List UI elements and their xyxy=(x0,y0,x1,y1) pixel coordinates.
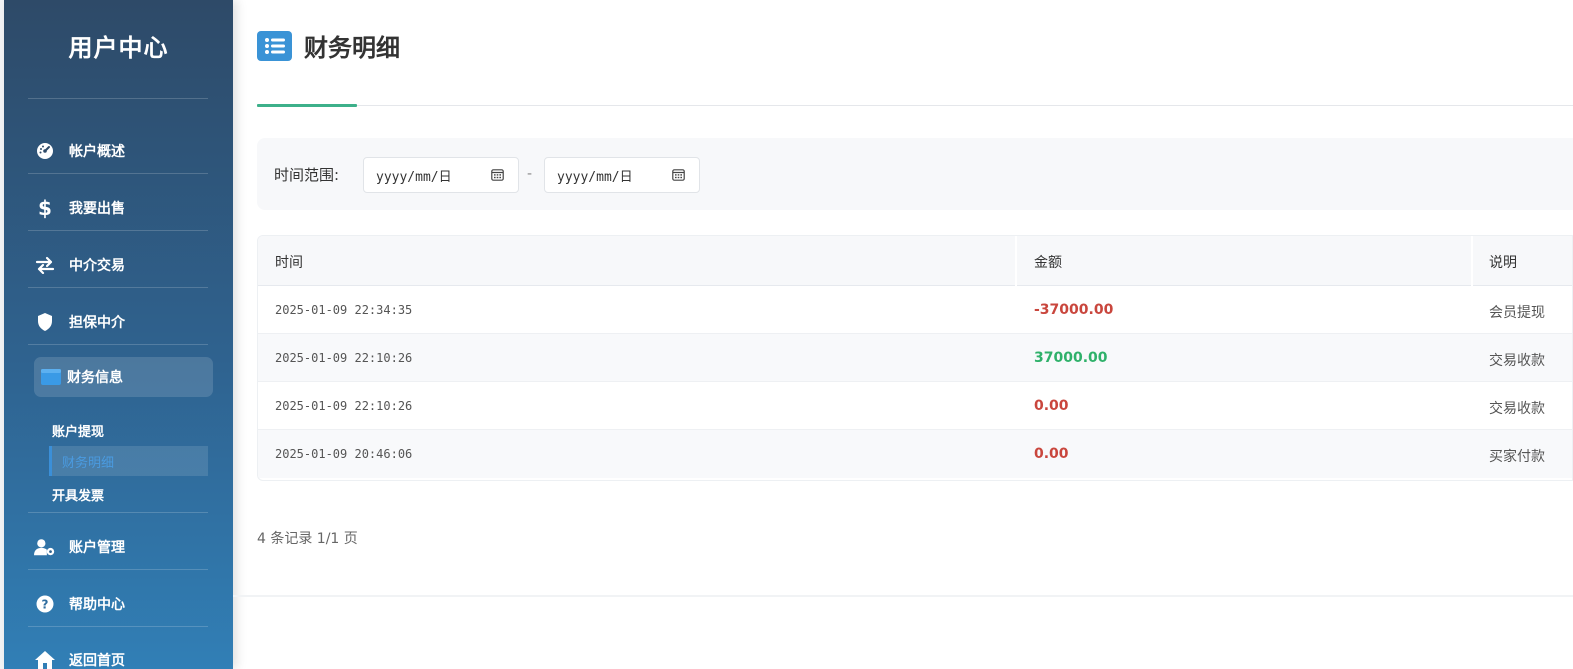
table-row: 2025-01-09 20:46:06 0.00 买家付款 xyxy=(258,430,1572,478)
pagination-summary: 4 条记录 1/1 页 xyxy=(257,531,358,547)
sub-item-label: 账户提现 xyxy=(52,424,105,440)
column-header-amount: 金额 xyxy=(1034,255,1062,271)
sidebar-item-label: 帮助中心 xyxy=(69,597,125,613)
end-date-input[interactable]: yyyy/mm/日 xyxy=(544,157,700,193)
tab-underline xyxy=(257,105,1573,106)
sidebar-item-finance[interactable]: 财务信息 xyxy=(34,357,213,397)
sidebar-item-label: 账户管理 xyxy=(69,540,125,556)
sidebar-item-label: 中介交易 xyxy=(69,258,125,274)
start-date-placeholder: yyyy/mm/日 xyxy=(376,169,452,185)
sidebar-item-label: 我要出售 xyxy=(69,201,125,217)
calendar-icon[interactable] xyxy=(672,168,685,185)
table-row: 2025-01-09 22:10:26 37000.00 交易收款 xyxy=(258,334,1572,382)
sidebar-divider xyxy=(28,173,208,174)
sidebar-item-label: 帐户概述 xyxy=(69,144,125,160)
cell-amount: 37000.00 xyxy=(1034,350,1108,366)
date-separator: - xyxy=(527,166,533,182)
sub-item-label: 开具发票 xyxy=(52,488,105,504)
cell-description: 交易收款 xyxy=(1489,353,1545,369)
sidebar-item-broker-trade[interactable]: 中介交易 xyxy=(28,245,208,285)
user-gear-icon xyxy=(34,536,56,558)
cell-description: 交易收款 xyxy=(1489,401,1545,417)
sidebar-item-account-overview[interactable]: 帐户概述 xyxy=(28,131,208,171)
sidebar-item-account-manage[interactable]: 账户管理 xyxy=(28,527,208,567)
swap-icon xyxy=(34,254,56,276)
table-header: 时间 金额 说明 xyxy=(258,236,1572,286)
end-date-placeholder: yyyy/mm/日 xyxy=(557,169,633,185)
start-date-input[interactable]: yyyy/mm/日 xyxy=(363,157,519,193)
shield-icon xyxy=(34,311,56,333)
sidebar-item-help[interactable]: ? 帮助中心 xyxy=(28,584,208,624)
sidebar-item-label: 担保中介 xyxy=(69,315,125,331)
dashboard-icon xyxy=(34,140,56,162)
sidebar-item-escrow[interactable]: 担保中介 xyxy=(28,302,208,342)
sub-item-label: 财务明细 xyxy=(62,455,115,471)
filter-bar: 时间范围: yyyy/mm/日 - yyyy/mm/日 xyxy=(257,138,1573,210)
date-range-label: 时间范围: xyxy=(274,166,340,184)
cell-description: 买家付款 xyxy=(1489,449,1545,465)
wallet-icon xyxy=(40,366,62,388)
column-header-description: 说明 xyxy=(1489,255,1517,271)
sidebar: 用户中心 帐户概述 $ 我要出售 中介交易 担保中介 财务信息 账户提现 财务明… xyxy=(4,0,233,669)
sidebar-item-label: 财务信息 xyxy=(67,370,123,386)
cell-time: 2025-01-09 22:34:35 xyxy=(275,303,413,317)
sidebar-title: 用户中心 xyxy=(68,34,169,62)
cell-amount: 0.00 xyxy=(1034,398,1069,414)
cell-time: 2025-01-09 22:10:26 xyxy=(275,399,413,413)
sidebar-divider xyxy=(28,344,208,345)
cell-description: 会员提现 xyxy=(1489,305,1545,321)
list-icon xyxy=(257,30,292,61)
sub-item-finance-detail[interactable]: 财务明细 xyxy=(49,446,208,476)
page-title: 财务明细 xyxy=(304,34,400,62)
dollar-icon: $ xyxy=(38,196,52,220)
table-row: 2025-01-09 22:34:35 -37000.00 会员提现 xyxy=(258,286,1572,334)
sidebar-item-sell[interactable]: $ 我要出售 xyxy=(28,188,208,228)
page-header: 财务明细 xyxy=(257,28,400,63)
table-row: 2025-01-09 22:10:26 0.00 交易收款 xyxy=(258,382,1572,430)
home-icon xyxy=(34,649,56,669)
cell-time: 2025-01-09 22:10:26 xyxy=(275,351,413,365)
tab-active-indicator xyxy=(257,104,357,107)
sidebar-divider xyxy=(28,230,208,231)
cell-time: 2025-01-09 20:46:06 xyxy=(275,447,413,461)
sidebar-divider xyxy=(28,512,208,513)
sub-item-withdraw[interactable]: 账户提现 xyxy=(52,415,208,445)
svg-text:?: ? xyxy=(42,598,49,612)
sidebar-divider xyxy=(28,626,208,627)
calendar-icon[interactable] xyxy=(491,168,504,185)
sidebar-divider xyxy=(28,569,208,570)
question-icon: ? xyxy=(34,593,56,615)
main-content: 财务明细 时间范围: yyyy/mm/日 - yyyy/mm/日 时间 金额 说… xyxy=(233,0,1573,669)
sidebar-item-home[interactable]: 返回首页 xyxy=(28,640,208,669)
column-header-time: 时间 xyxy=(275,255,303,271)
sidebar-divider xyxy=(28,287,208,288)
sidebar-divider xyxy=(28,98,208,99)
panel-bottom-edge xyxy=(233,595,1573,597)
sidebar-item-label: 返回首页 xyxy=(69,653,125,669)
sub-item-invoice[interactable]: 开具发票 xyxy=(52,479,208,509)
cell-amount: 0.00 xyxy=(1034,446,1069,462)
finance-table: 时间 金额 说明 2025-01-09 22:34:35 -37000.00 会… xyxy=(257,235,1573,481)
cell-amount: -37000.00 xyxy=(1034,302,1114,318)
